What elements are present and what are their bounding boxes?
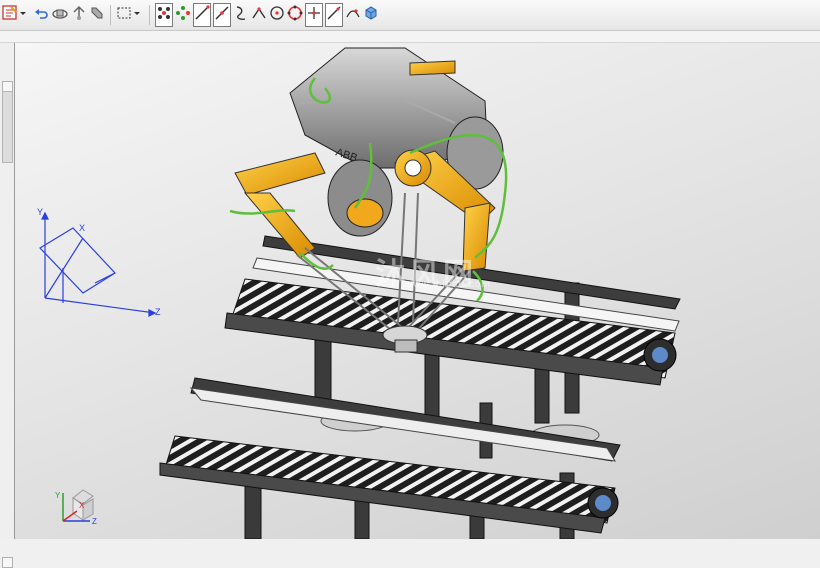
main-toolbar (0, 0, 820, 31)
point-on-curve-button[interactable] (345, 4, 361, 26)
snap-grid-button[interactable] (175, 4, 191, 26)
toolbar-separator (110, 5, 111, 25)
pan-icon (89, 5, 105, 26)
lower-conveyor (159, 377, 621, 534)
undo-icon (33, 5, 49, 26)
toolbar-separator (149, 5, 150, 25)
arc-center-icon (269, 5, 285, 26)
rotate-button[interactable] (71, 4, 87, 26)
wcs-axes (39, 211, 157, 317)
curve-icon (234, 5, 248, 26)
rotate-icon (71, 5, 87, 26)
pan-button[interactable] (89, 4, 105, 26)
resource-bar (0, 43, 15, 568)
vertex-icon (251, 5, 267, 26)
graphics-viewport[interactable]: ABB Y X Z Y Z X 沐风网 www.mfcad.com (15, 43, 820, 539)
snap-points-button[interactable] (155, 3, 173, 27)
triad-axis-label-y: Y (55, 491, 61, 500)
curve-button[interactable] (233, 4, 249, 26)
vertex-button[interactable] (251, 4, 267, 26)
line-mid-icon (214, 5, 230, 26)
tangent-icon (326, 5, 342, 26)
line-mid-button[interactable] (213, 3, 231, 27)
intersection-icon (306, 5, 322, 26)
triad-axis-label-x: X (79, 501, 85, 510)
quadrant-button[interactable] (287, 4, 303, 26)
view-orient-icon (51, 5, 69, 26)
snap-points-icon (156, 5, 172, 26)
triad-axis-label-z: Z (92, 517, 97, 526)
arc-center-button[interactable] (269, 4, 285, 26)
solid-body-button[interactable] (363, 4, 379, 26)
point-on-curve-icon (345, 5, 361, 26)
selection-box-icon (116, 5, 144, 26)
undo-button[interactable] (33, 4, 49, 26)
watermark-url: www.mfcad.com (405, 279, 491, 290)
view-triad (62, 489, 94, 522)
scrollbar-thumb[interactable] (2, 91, 13, 163)
line-end-button[interactable] (193, 3, 211, 27)
view-orient-button[interactable] (51, 4, 69, 26)
selection-box-button[interactable] (116, 4, 144, 26)
scroll-down-arrow[interactable] (2, 557, 13, 568)
line-end-icon (194, 4, 210, 26)
snap-grid-icon (175, 5, 191, 26)
wcs-axis-label-y: Y (37, 207, 43, 217)
tangent-button[interactable] (325, 3, 343, 27)
select-filter-button[interactable] (1, 4, 31, 26)
solid-body-icon (363, 5, 379, 26)
secondary-toolbar-strip (0, 31, 820, 43)
wcs-axis-label-x: X (79, 223, 85, 233)
quadrant-icon (287, 5, 303, 26)
wcs-axis-label-z: Z (155, 307, 161, 317)
select-filter-icon (1, 4, 31, 27)
intersection-button[interactable] (305, 3, 323, 27)
